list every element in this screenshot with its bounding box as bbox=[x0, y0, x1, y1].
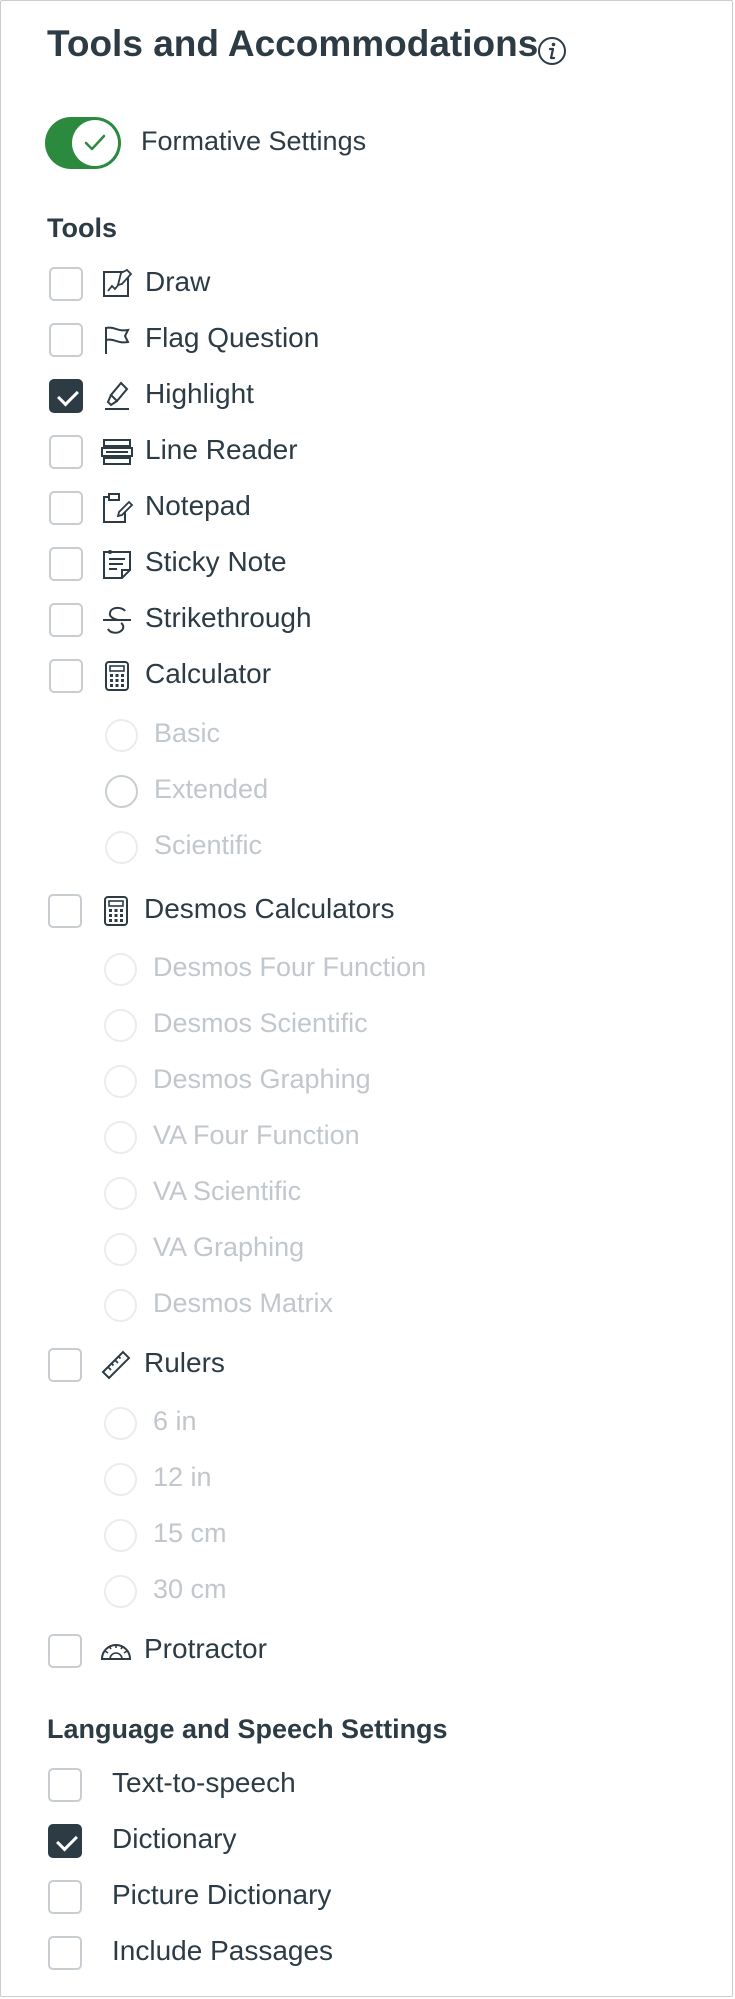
strikethrough-checkbox[interactable] bbox=[49, 603, 83, 637]
ruler-icon bbox=[101, 1350, 131, 1380]
desmos-option-va-four-function-radio[interactable] bbox=[104, 1121, 137, 1154]
protractor-icon bbox=[100, 1644, 132, 1660]
language-label-dictionary: Dictionary bbox=[112, 1823, 237, 1854]
tools-accommodations-panel: Tools and Accommodations Formative Setti… bbox=[0, 0, 733, 1997]
desmos-option-four-function-radio[interactable] bbox=[104, 953, 137, 986]
ruler-option-6in-label: 6 in bbox=[153, 1406, 197, 1436]
ruler-option-6in-radio[interactable] bbox=[104, 1407, 137, 1440]
tool-label-notepad: Notepad bbox=[145, 490, 251, 521]
calculator-option-extended-radio[interactable] bbox=[105, 775, 138, 808]
flag-question-checkbox[interactable] bbox=[49, 323, 83, 357]
desmos-option-va-four-function-label: VA Four Function bbox=[153, 1120, 360, 1150]
ruler-option-15cm-label: 15 cm bbox=[153, 1518, 227, 1548]
toggle-knob bbox=[72, 120, 118, 166]
calculator-option-scientific-label: Scientific bbox=[154, 830, 263, 860]
sticky-note-icon bbox=[103, 550, 131, 579]
picture-dictionary-checkbox[interactable] bbox=[48, 1880, 82, 1914]
ruler-option-15cm-radio[interactable] bbox=[104, 1519, 137, 1552]
calculator-checkbox[interactable] bbox=[49, 659, 83, 693]
desmos-option-graphing-radio[interactable] bbox=[104, 1065, 137, 1098]
desmos-calculators-checkbox[interactable] bbox=[48, 894, 82, 928]
notepad-checkbox[interactable] bbox=[49, 491, 83, 525]
protractor-checkbox[interactable] bbox=[48, 1634, 82, 1668]
line-reader-checkbox[interactable] bbox=[49, 435, 83, 469]
text-to-speech-checkbox[interactable] bbox=[48, 1768, 82, 1802]
tool-label-rulers: Rulers bbox=[144, 1347, 225, 1378]
strikethrough-icon bbox=[103, 606, 131, 634]
formative-settings-toggle[interactable] bbox=[45, 117, 121, 169]
ruler-option-12in-radio[interactable] bbox=[104, 1463, 137, 1496]
draw-icon bbox=[103, 268, 133, 297]
desmos-option-scientific-radio[interactable] bbox=[104, 1009, 137, 1042]
tools-heading: Tools bbox=[47, 213, 117, 243]
draw-checkbox[interactable] bbox=[49, 267, 83, 301]
calculator-option-basic-radio[interactable] bbox=[105, 719, 138, 752]
notepad-icon bbox=[103, 493, 133, 523]
calculator-option-basic-label: Basic bbox=[154, 718, 221, 748]
desmos-option-matrix-label: Desmos Matrix bbox=[153, 1288, 334, 1318]
desmos-option-matrix-radio[interactable] bbox=[104, 1289, 137, 1322]
ruler-option-30cm-radio[interactable] bbox=[104, 1575, 137, 1608]
tool-label-flag-question: Flag Question bbox=[145, 322, 320, 353]
sticky-note-checkbox[interactable] bbox=[49, 547, 83, 581]
rulers-checkbox[interactable] bbox=[48, 1348, 82, 1382]
language-label-picture-dictionary: Picture Dictionary bbox=[112, 1879, 332, 1910]
checkmark-icon bbox=[84, 134, 106, 151]
tool-label-sticky-note: Sticky Note bbox=[145, 546, 287, 577]
info-icon[interactable] bbox=[537, 36, 567, 66]
panel-title: Tools and Accommodations bbox=[47, 23, 539, 64]
tool-label-draw: Draw bbox=[145, 266, 211, 297]
calculator-icon bbox=[105, 661, 129, 691]
ruler-option-12in-label: 12 in bbox=[153, 1462, 212, 1492]
calculator-option-extended-label: Extended bbox=[154, 774, 269, 804]
desmos-option-graphing-label: Desmos Graphing bbox=[153, 1064, 371, 1094]
ruler-option-30cm-label: 30 cm bbox=[153, 1574, 227, 1604]
formative-settings-label: Formative Settings bbox=[141, 126, 367, 156]
highlight-checkbox[interactable] bbox=[49, 379, 83, 413]
dictionary-checkbox[interactable] bbox=[48, 1824, 82, 1858]
language-label-include-passages: Include Passages bbox=[112, 1935, 334, 1966]
desmos-option-va-graphing-radio[interactable] bbox=[104, 1233, 137, 1266]
tool-label-calculator: Calculator bbox=[145, 658, 272, 689]
desmos-option-va-scientific-label: VA Scientific bbox=[153, 1176, 302, 1206]
calculator-option-scientific-radio[interactable] bbox=[105, 831, 138, 864]
tool-label-line-reader: Line Reader bbox=[145, 434, 298, 465]
flag-icon bbox=[105, 326, 130, 354]
language-speech-heading: Language and Speech Settings bbox=[47, 1714, 448, 1744]
desmos-option-va-graphing-label: VA Graphing bbox=[153, 1232, 305, 1262]
desmos-calculator-icon bbox=[104, 896, 128, 926]
tool-label-desmos-calculators: Desmos Calculators bbox=[144, 893, 395, 924]
tool-label-protractor: Protractor bbox=[144, 1633, 267, 1664]
desmos-option-scientific-label: Desmos Scientific bbox=[153, 1008, 368, 1038]
desmos-option-va-scientific-radio[interactable] bbox=[104, 1177, 137, 1210]
tool-label-strikethrough: Strikethrough bbox=[145, 602, 312, 633]
desmos-option-four-function-label: Desmos Four Function bbox=[153, 952, 427, 982]
highlighter-icon bbox=[105, 381, 129, 410]
language-label-text-to-speech: Text-to-speech bbox=[112, 1767, 296, 1798]
tool-label-highlight: Highlight bbox=[145, 378, 254, 409]
line-reader-icon bbox=[101, 439, 133, 465]
include-passages-checkbox[interactable] bbox=[48, 1936, 82, 1970]
